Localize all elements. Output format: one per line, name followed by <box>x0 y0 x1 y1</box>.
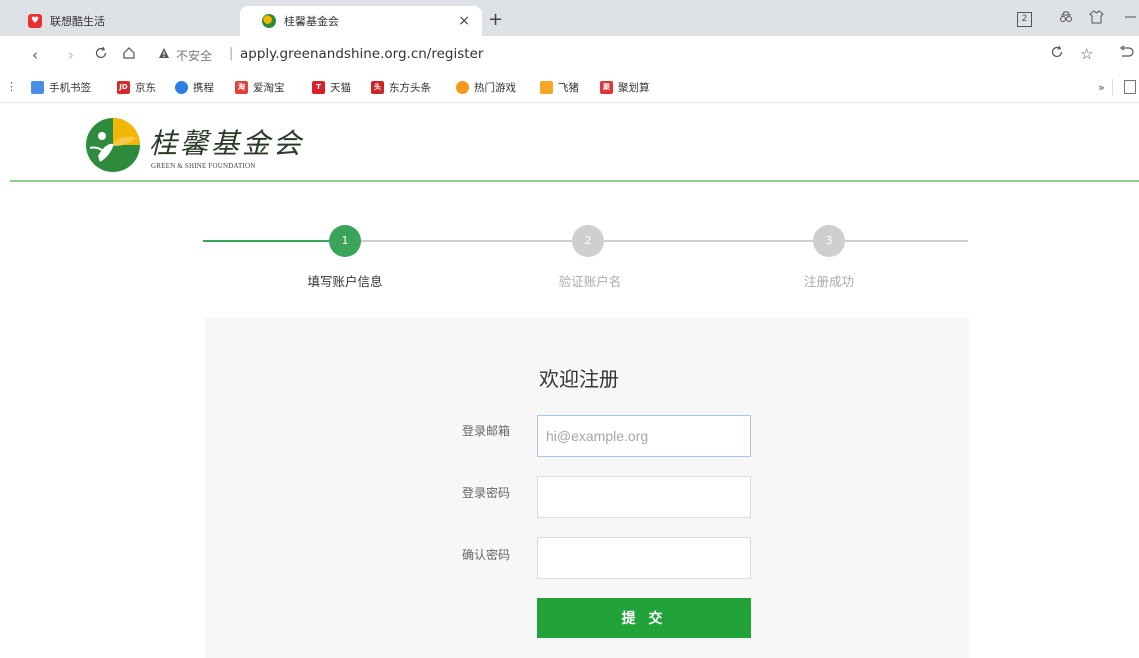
logo-subtitle: GREEN & SHINE FOUNDATION <box>151 162 256 170</box>
step-1-label: 填写账户信息 <box>307 274 383 289</box>
reload-icon[interactable] <box>94 46 108 64</box>
bookmarks-bar: ⋮ 手机书签 JD 京东 携程 淘 爱淘宝 T 天猫 头 东方头条 热门游戏 飞… <box>0 74 1139 103</box>
tab-title: 桂馨基金会 <box>284 15 339 28</box>
incognito-icon[interactable] <box>1059 10 1073 28</box>
greenandshine-favicon-icon <box>262 14 276 28</box>
bookmark-aitaobao[interactable]: 淘 爱淘宝 <box>235 80 285 95</box>
mobile-bookmark-icon <box>31 81 44 94</box>
more-bookmarks-button[interactable]: » <box>1098 81 1105 94</box>
bookmark-jd[interactable]: JD 京东 <box>117 80 156 95</box>
password-field[interactable] <box>537 476 751 518</box>
undo-icon[interactable] <box>1118 45 1134 63</box>
toutiao-icon: 头 <box>371 81 384 94</box>
logo-title[interactable]: 桂馨基金会 <box>149 122 304 162</box>
password-label: 登录密码 <box>462 486 511 500</box>
logo-icon[interactable] <box>84 116 142 178</box>
step-2-label: 验证账户名 <box>558 274 622 289</box>
fliggy-icon <box>540 81 553 94</box>
skin-icon[interactable] <box>1089 10 1104 28</box>
email-field[interactable] <box>537 415 751 457</box>
step-3-label: 注册成功 <box>803 274 854 289</box>
juhuasuan-icon: 聚 <box>600 81 613 94</box>
address-bar: ‹ › 不安全 | apply.greenandshine.org.cn/reg… <box>0 36 1139 74</box>
bookmarks-divider <box>1112 79 1113 95</box>
confirm-password-label: 确认密码 <box>462 548 511 562</box>
jd-icon: JD <box>117 81 130 94</box>
aitaobao-icon: 淘 <box>235 81 248 94</box>
step-line-2-3 <box>604 240 813 242</box>
tmall-icon: T <box>312 81 325 94</box>
url-input[interactable]: apply.greenandshine.org.cn/register <box>240 46 483 62</box>
step-line-1-2 <box>361 240 572 242</box>
tab-count-icon[interactable]: 2 <box>1017 10 1032 27</box>
bookmark-toutiao[interactable]: 头 东方头条 <box>371 80 431 95</box>
home-icon[interactable] <box>122 46 136 64</box>
bookmark-games[interactable]: 热门游戏 <box>456 80 516 95</box>
tab-lenovo[interactable]: ♥ 联想酷生活 <box>8 6 240 36</box>
bookmark-juhuasuan[interactable]: 聚 聚划算 <box>600 80 650 95</box>
close-tab-icon[interactable]: × <box>458 13 470 29</box>
games-icon <box>456 81 469 94</box>
form-title: 欢迎注册 <box>539 367 619 391</box>
browser-tab-bar: ♥ 联想酷生活 桂馨基金会 × + 2 <box>0 0 1139 36</box>
email-label: 登录邮箱 <box>462 424 511 438</box>
header-divider <box>10 180 1139 182</box>
warning-icon[interactable] <box>158 47 170 62</box>
bookmark-fliggy[interactable]: 飞猪 <box>540 80 579 95</box>
refresh-icon[interactable] <box>1050 45 1064 63</box>
step-3-circle: 3 <box>813 225 845 257</box>
back-icon[interactable]: ‹ <box>32 46 38 64</box>
tab-greenandshine[interactable]: 桂馨基金会 × <box>240 6 482 36</box>
minimize-icon[interactable] <box>1124 10 1136 28</box>
bookmark-tmall[interactable]: T 天猫 <box>312 80 351 95</box>
lenovo-favicon-icon: ♥ <box>28 14 42 28</box>
step-2-circle: 2 <box>572 225 604 257</box>
step-line-done <box>203 240 329 242</box>
ctrip-icon <box>175 81 188 94</box>
address-separator: | <box>229 46 234 61</box>
insecure-label[interactable]: 不安全 <box>176 47 212 64</box>
bookmark-mobile[interactable]: 手机书签 <box>31 80 91 95</box>
reading-list-icon[interactable] <box>1124 80 1136 94</box>
forward-icon[interactable]: › <box>68 46 74 64</box>
new-tab-button[interactable]: + <box>488 10 503 30</box>
apps-icon[interactable]: ⋮ <box>6 80 17 93</box>
step-line-end <box>845 240 968 242</box>
bookmark-ctrip[interactable]: 携程 <box>175 80 214 95</box>
star-icon[interactable]: ☆ <box>1080 45 1093 63</box>
confirm-password-field[interactable] <box>537 537 751 579</box>
step-1-circle: 1 <box>329 225 361 257</box>
tab-title: 联想酷生活 <box>50 15 105 28</box>
submit-button[interactable]: 提 交 <box>537 598 751 638</box>
